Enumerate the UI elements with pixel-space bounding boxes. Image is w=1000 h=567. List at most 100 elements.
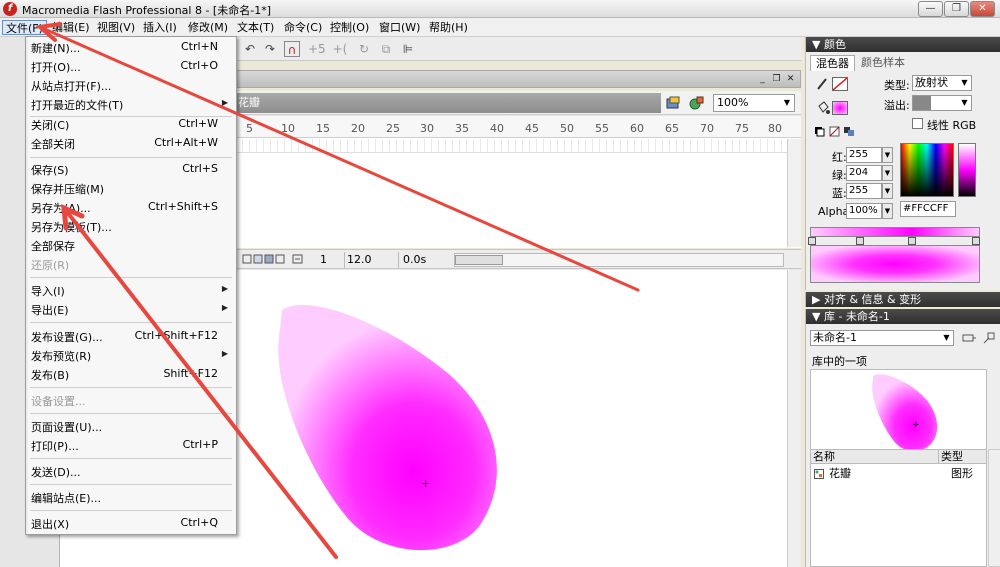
edit-multiple-frames-icon[interactable]: [292, 252, 304, 268]
library-col-type[interactable]: 类型: [939, 450, 986, 464]
doc-close-button[interactable]: ✕: [784, 73, 797, 85]
menu-item-send[interactable]: 发送(D)...: [26, 462, 236, 480]
gradient-bar[interactable]: [810, 227, 980, 237]
red-slider-toggle[interactable]: ▼: [882, 147, 893, 163]
linear-rgb-checkbox[interactable]: [912, 118, 923, 129]
timeline-vertical-scrollbar[interactable]: [787, 139, 801, 247]
menu-item-open-from-site[interactable]: 从站点打开(F)...: [26, 76, 236, 94]
color-panel-header[interactable]: ▼ 颜色: [806, 37, 1000, 52]
fill-swatch[interactable]: [832, 101, 848, 115]
menu-item-exit[interactable]: 退出(X) Ctrl+Q: [26, 514, 236, 532]
menu-item-open-recent[interactable]: 打开最近的文件(T) ▶: [26, 95, 236, 113]
menu-item-import[interactable]: 导入(I) ▶: [26, 281, 236, 299]
library-col-name[interactable]: 名称: [811, 450, 939, 464]
undo-icon[interactable]: ↶: [242, 41, 258, 57]
scale-icon[interactable]: ⧉: [378, 41, 394, 57]
menu-item-label: 全部关闭: [31, 138, 75, 151]
menu-insert[interactable]: 插入(I): [140, 20, 180, 35]
menu-item-new[interactable]: 新建(N)... Ctrl+N: [26, 38, 236, 56]
menu-item-page-setup[interactable]: 页面设置(U)...: [26, 417, 236, 435]
menu-item-edit-sites[interactable]: 编辑站点(E)...: [26, 488, 236, 506]
menu-item-shortcut: Ctrl+Q: [180, 516, 218, 529]
gradient-stop-handle[interactable]: [908, 237, 916, 245]
snap-magnet-icon[interactable]: ∩: [284, 41, 300, 57]
swap-colors-icon[interactable]: [814, 125, 858, 137]
restore-button[interactable]: ❐: [944, 1, 969, 17]
gradient-stop-handle[interactable]: [972, 237, 980, 245]
menu-commands[interactable]: 命令(C): [281, 20, 325, 35]
overflow-select[interactable]: ▼: [912, 95, 972, 111]
library-document-select[interactable]: 未命名-1 ▼: [810, 330, 954, 346]
gradient-stop-handle[interactable]: [808, 237, 816, 245]
green-input[interactable]: 204: [846, 165, 882, 181]
menu-view[interactable]: 视图(V): [94, 20, 138, 35]
redo-icon[interactable]: ↷: [262, 41, 278, 57]
rotate-skew-icon[interactable]: ↻: [356, 41, 372, 57]
menu-item-save-all[interactable]: 全部保存: [26, 236, 236, 254]
menu-file[interactable]: 文件(F): [2, 20, 47, 35]
blue-slider-toggle[interactable]: ▼: [882, 183, 893, 199]
menu-window[interactable]: 窗口(W): [376, 20, 423, 35]
menu-item-revert: 还原(R): [26, 255, 236, 273]
menu-text[interactable]: 文本(T): [234, 20, 277, 35]
library-panel-header[interactable]: ▼ 库 - 未命名-1: [806, 309, 1000, 324]
timeline-frames[interactable]: [236, 139, 787, 153]
stage-vertical-scrollbar[interactable]: [787, 270, 801, 567]
library-vertical-scrollbar[interactable]: [988, 449, 1000, 567]
doc-restore-button[interactable]: ❐: [770, 73, 783, 85]
alpha-slider-toggle[interactable]: ▼: [882, 203, 893, 219]
menu-item-close[interactable]: 关闭(C) Ctrl+W: [26, 115, 236, 133]
green-slider-toggle[interactable]: ▼: [882, 165, 893, 181]
scrollbar-thumb[interactable]: [455, 255, 503, 265]
menu-item-publish-preview[interactable]: 发布预览(R) ▶: [26, 346, 236, 364]
gradient-stop-handle[interactable]: [856, 237, 864, 245]
blue-input[interactable]: 255: [846, 183, 882, 199]
menu-item-shortcut: Shift+F12: [163, 367, 218, 380]
timeline-horizontal-scrollbar[interactable]: [454, 253, 784, 267]
pin-library-icon[interactable]: [982, 331, 996, 345]
new-library-panel-icon[interactable]: [962, 331, 976, 345]
edit-symbols-icon[interactable]: [688, 95, 704, 111]
tab-mixer[interactable]: 混色器: [810, 55, 855, 71]
menu-separator: [30, 413, 232, 414]
hex-input[interactable]: #FFCCFF: [900, 201, 956, 217]
frame-rate: 12.0 fps: [344, 252, 390, 282]
menu-edit[interactable]: 编辑(E): [49, 20, 93, 35]
fill-type-select[interactable]: 放射状 ▼: [912, 75, 972, 91]
scene-breadcrumb[interactable]: 花瓣: [236, 93, 661, 113]
align-icon[interactable]: ⊫: [400, 41, 416, 57]
color-spectrum[interactable]: [900, 143, 954, 197]
menu-item-save-and-compact[interactable]: 保存并压缩(M): [26, 179, 236, 197]
straighten-icon[interactable]: +(: [332, 41, 348, 57]
align-info-transform-panel-header[interactable]: ▶ 对齐 & 信息 & 变形: [805, 292, 1000, 307]
menu-item-print[interactable]: 打印(P)... Ctrl+P: [26, 436, 236, 454]
smooth-icon[interactable]: +5: [308, 41, 326, 57]
stroke-swatch[interactable]: [832, 77, 848, 91]
menu-item-open[interactable]: 打开(O)... Ctrl+O: [26, 57, 236, 75]
close-button[interactable]: ✕: [970, 1, 995, 17]
edit-scene-icon[interactable]: [666, 95, 682, 111]
menu-control[interactable]: 控制(O): [327, 20, 372, 35]
menu-item-save[interactable]: 保存(S) Ctrl+S: [26, 160, 236, 178]
library-row[interactable]: 花瓣 图形: [811, 466, 986, 481]
menu-separator: [30, 510, 232, 511]
menu-item-publish[interactable]: 发布(B) Shift+F12: [26, 365, 236, 383]
tab-swatches[interactable]: 颜色样本: [856, 55, 910, 71]
onion-skin-icon[interactable]: [242, 252, 286, 268]
red-input[interactable]: 255: [846, 147, 882, 163]
menu-item-save-as[interactable]: 另存为(A)... Ctrl+Shift+S: [26, 198, 236, 216]
menu-item-publish-settings[interactable]: 发布设置(G)... Ctrl+Shift+F12: [26, 327, 236, 345]
menu-modify[interactable]: 修改(M): [185, 20, 231, 35]
fill-bucket-icon[interactable]: [816, 101, 830, 115]
menu-help[interactable]: 帮助(H): [426, 20, 471, 35]
doc-minimize-button[interactable]: _: [756, 73, 769, 85]
zoom-select[interactable]: 100% ▼: [713, 94, 795, 112]
menu-item-save-as-template[interactable]: 另存为模板(T)...: [26, 217, 236, 235]
stroke-color-icon[interactable]: [816, 77, 830, 91]
menu-item-export[interactable]: 导出(E) ▶: [26, 300, 236, 318]
alpha-input[interactable]: 100%: [846, 203, 882, 219]
menu-item-close-all[interactable]: 全部关闭 Ctrl+Alt+W: [26, 134, 236, 152]
brightness-slider[interactable]: [958, 143, 976, 197]
minimize-button[interactable]: —: [918, 1, 943, 17]
chevron-down-icon: ▼: [961, 78, 968, 87]
